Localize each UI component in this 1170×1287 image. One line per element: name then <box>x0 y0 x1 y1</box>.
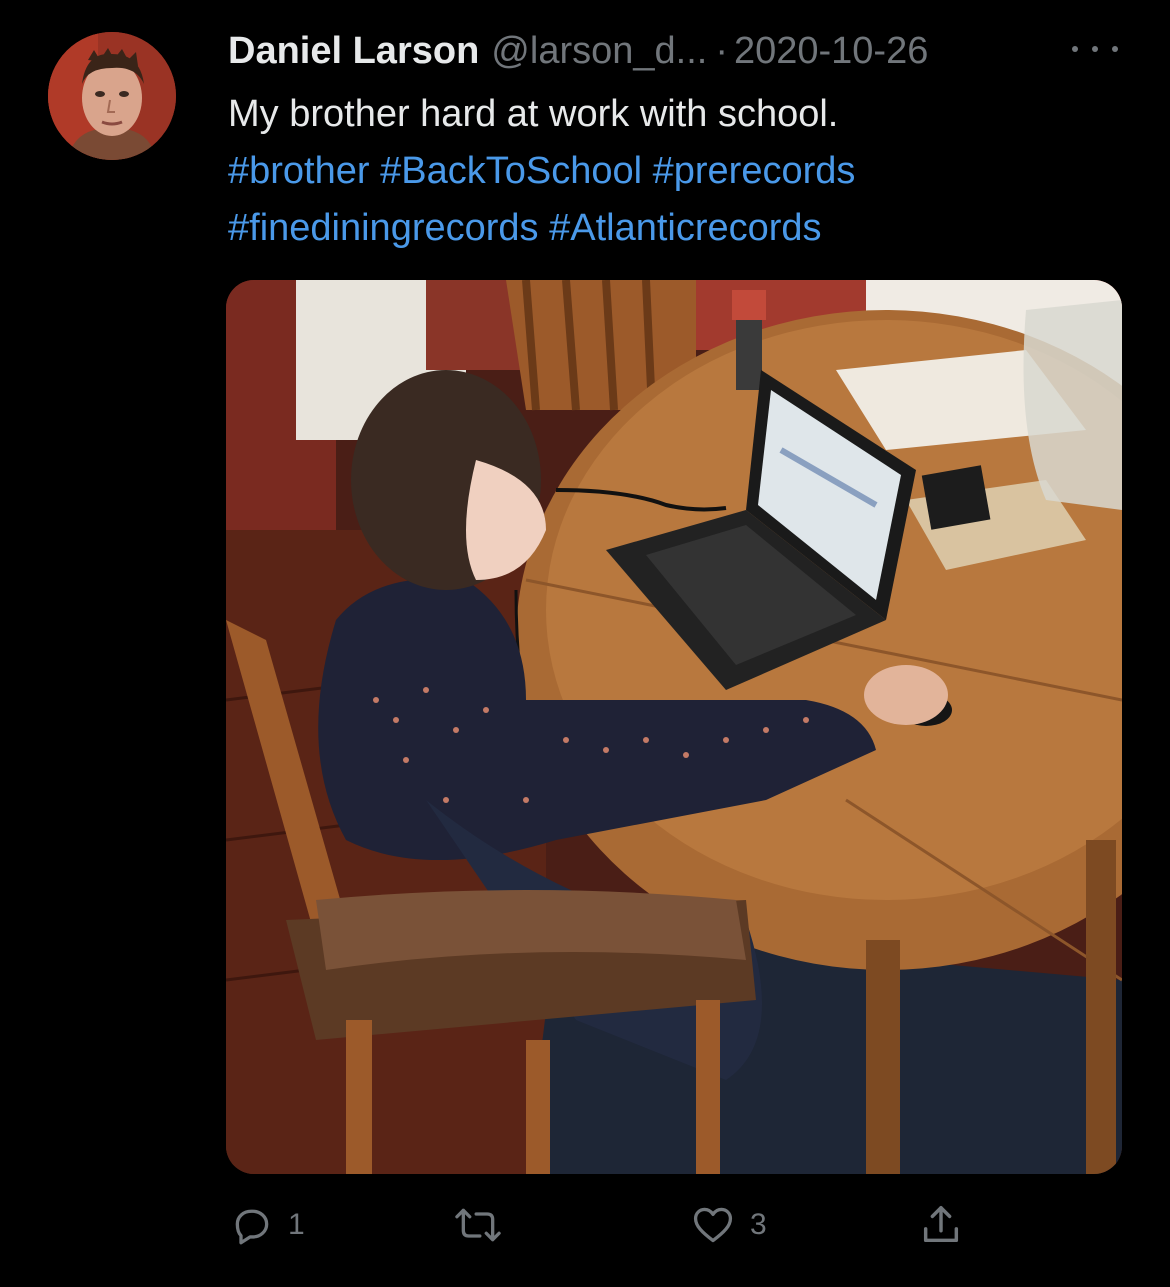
tweet-actions: 1 3 <box>226 1195 1126 1265</box>
tweet-date[interactable]: 2020-10-26 <box>734 28 928 74</box>
retweet-icon <box>455 1208 501 1242</box>
hashtag-line: #brother #BackToSchool #prerecords <box>228 143 1128 200</box>
tweet-text: My brother hard at work with school. #br… <box>228 86 1128 257</box>
like-count: 3 <box>750 1208 767 1241</box>
hashtag-backtoschool[interactable]: #BackToSchool <box>380 150 642 192</box>
share-button[interactable] <box>918 1195 964 1255</box>
handle[interactable]: @larson_d... <box>491 28 707 74</box>
photo-boy-at-laptop <box>226 280 1122 1174</box>
hashtag-brother[interactable]: #brother <box>228 150 370 192</box>
reply-count: 1 <box>288 1208 305 1241</box>
more-dot <box>1072 46 1078 52</box>
more-dot <box>1112 46 1118 52</box>
avatar[interactable] <box>48 32 176 160</box>
avatar-photo <box>48 32 176 160</box>
more-icon[interactable] <box>1072 36 1118 62</box>
tweet: Daniel Larson @larson_d... · 2020-10-26 … <box>0 0 1170 1287</box>
reply-button[interactable]: 1 <box>230 1195 305 1255</box>
separator-dot: · <box>715 30 728 72</box>
like-button[interactable]: 3 <box>690 1195 767 1255</box>
tweet-photo[interactable] <box>226 280 1122 1174</box>
display-name[interactable]: Daniel Larson <box>228 28 479 74</box>
hashtag-line: #finediningrecords #Atlanticrecords <box>228 200 1128 257</box>
retweet-button[interactable] <box>454 1195 516 1255</box>
tweet-body: My brother hard at work with school. <box>228 93 839 135</box>
heart-icon <box>693 1207 733 1243</box>
share-icon <box>923 1206 959 1243</box>
reply-icon <box>235 1209 269 1245</box>
hashtag-finediningrecords[interactable]: #finediningrecords <box>228 207 539 249</box>
hashtag-atlanticrecords[interactable]: #Atlanticrecords <box>549 207 821 249</box>
more-dot <box>1092 46 1098 52</box>
hashtag-prerecords[interactable]: #prerecords <box>653 150 856 192</box>
tweet-header: Daniel Larson @larson_d... · 2020-10-26 <box>228 28 1128 74</box>
